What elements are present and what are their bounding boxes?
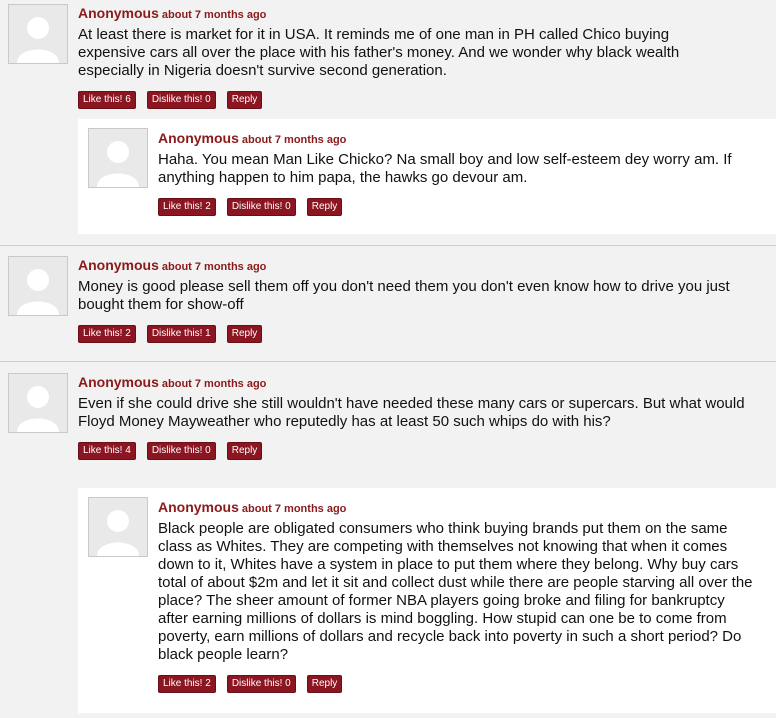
avatar xyxy=(8,256,68,316)
dislike-button[interactable]: Dislike this! 0 xyxy=(146,91,216,109)
comment-actions: Like this! 4 Dislike this! 0 Reply xyxy=(78,442,263,460)
comment-text: Even if she could drive she still wouldn… xyxy=(78,395,745,430)
comment-author[interactable]: Anonymous about 7 months ago xyxy=(78,5,266,21)
like-button[interactable]: Like this! 6 xyxy=(78,91,136,109)
user-avatar-icon xyxy=(17,17,59,63)
user-avatar-icon xyxy=(97,141,139,187)
reply-button[interactable]: Reply xyxy=(306,198,343,216)
avatar xyxy=(88,128,148,188)
comment-time: about 7 months ago xyxy=(161,261,267,273)
like-button[interactable]: Like this! 2 xyxy=(158,675,216,693)
reply-actions: Like this! 2 Dislike this! 0 Reply xyxy=(158,198,343,216)
like-button[interactable]: Like this! 2 xyxy=(158,198,216,216)
user-avatar-icon xyxy=(97,510,139,556)
comment-separator xyxy=(0,245,776,246)
comment-actions: Like this! 2 Dislike this! 1 Reply xyxy=(78,325,263,343)
avatar xyxy=(8,4,68,64)
comment-time: about 7 months ago xyxy=(161,9,267,21)
dislike-button[interactable]: Dislike this! 0 xyxy=(226,675,296,693)
reply-text: Haha. You mean Man Like Chicko? Na small… xyxy=(158,151,732,186)
comment-text: Money is good please sell them off you d… xyxy=(78,278,730,313)
dislike-button[interactable]: Dislike this! 0 xyxy=(146,442,216,460)
reply-button[interactable]: Reply xyxy=(226,442,263,460)
reply-time: about 7 months ago xyxy=(241,503,347,515)
reply-time: about 7 months ago xyxy=(241,134,347,146)
like-button[interactable]: Like this! 4 xyxy=(78,442,136,460)
reply-text: Black people are obligated consumers who… xyxy=(158,520,753,663)
comment-separator xyxy=(0,361,776,362)
user-avatar-icon xyxy=(17,269,59,315)
comment-time: about 7 months ago xyxy=(161,378,267,390)
dislike-button[interactable]: Dislike this! 0 xyxy=(226,198,296,216)
user-avatar-icon xyxy=(17,386,59,432)
comment-text: At least there is market for it in USA. … xyxy=(78,26,680,79)
like-button[interactable]: Like this! 2 xyxy=(78,325,136,343)
reply-button[interactable]: Reply xyxy=(226,325,263,343)
reply-button[interactable]: Reply xyxy=(306,675,343,693)
reply-author[interactable]: Anonymous about 7 months ago xyxy=(158,130,346,146)
reply-actions: Like this! 2 Dislike this! 0 Reply xyxy=(158,675,343,693)
comment-author[interactable]: Anonymous about 7 months ago xyxy=(78,257,266,273)
avatar xyxy=(88,497,148,557)
dislike-button[interactable]: Dislike this! 1 xyxy=(146,325,216,343)
avatar xyxy=(8,373,68,433)
comment-author[interactable]: Anonymous about 7 months ago xyxy=(78,374,266,390)
reply-author[interactable]: Anonymous about 7 months ago xyxy=(158,499,346,515)
comment-actions: Like this! 6 Dislike this! 0 Reply xyxy=(78,91,263,109)
reply-button[interactable]: Reply xyxy=(226,91,263,109)
